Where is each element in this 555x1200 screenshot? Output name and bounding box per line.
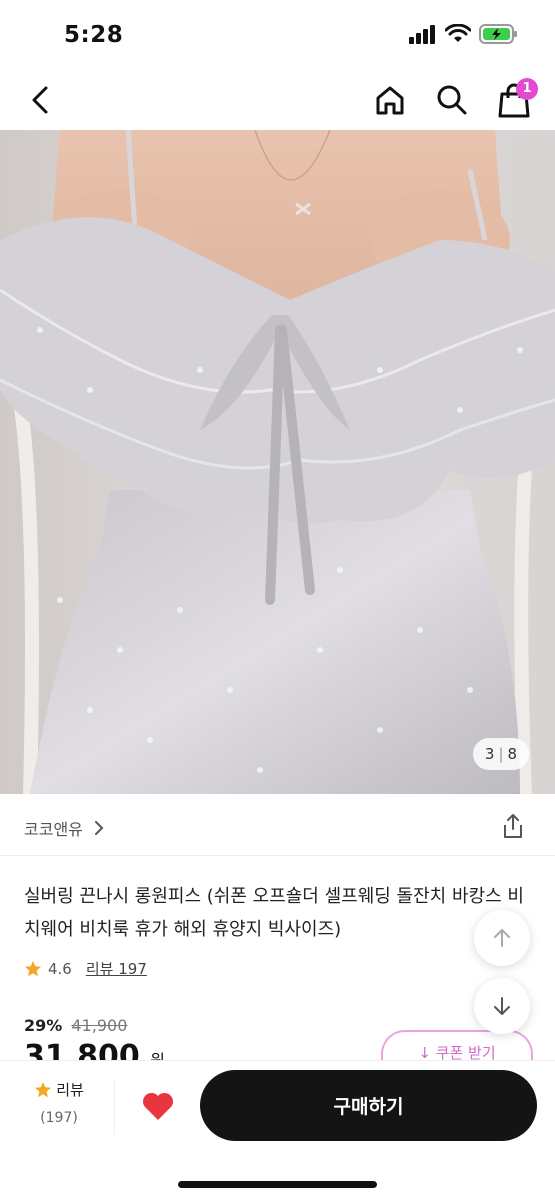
brand-row: 코코앤유: [0, 796, 555, 856]
image-counter-separator: |: [498, 745, 504, 763]
brand-link[interactable]: 코코앤유: [24, 816, 105, 840]
home-indicator: [178, 1181, 377, 1188]
home-icon: [376, 86, 404, 115]
image-current-index: 3: [484, 745, 495, 763]
wifi-icon: [445, 24, 471, 42]
status-time: 5:28: [64, 22, 124, 48]
product-title: 실버링 끈나시 롱원피스 (쉬폰 오프숄더 셀프웨딩 돌잔치 바캉스 비치웨어 …: [24, 886, 524, 940]
arrow-up-icon: [494, 929, 510, 947]
image-total-count: 8: [507, 745, 518, 763]
product-image[interactable]: 3 | 8: [0, 130, 555, 794]
product-photo: [0, 130, 555, 794]
rating-value: 4.6: [48, 959, 72, 978]
search-icon: [437, 85, 467, 115]
home-button[interactable]: [372, 82, 408, 118]
review-tab-count: (197): [40, 1110, 78, 1126]
image-counter: 3 | 8: [473, 738, 529, 770]
brand-name: 코코앤유: [24, 820, 83, 839]
original-price: 41,900: [71, 1016, 128, 1035]
buy-button[interactable]: 구매하기: [200, 1070, 537, 1141]
battery-icon: [479, 24, 517, 44]
signal-icon: [409, 25, 435, 44]
star-icon: [25, 960, 41, 976]
divider: [114, 1079, 115, 1135]
share-button[interactable]: [499, 812, 527, 840]
rating-row: 4.6 리뷰 197: [24, 958, 147, 979]
status-bar: 5:28: [0, 0, 555, 72]
search-button[interactable]: [434, 82, 470, 118]
sale-price: 31,800 원: [24, 1040, 165, 1060]
star-icon: [35, 1081, 52, 1097]
cart-button[interactable]: 1: [496, 78, 538, 120]
status-icons: [409, 24, 519, 44]
review-count-link[interactable]: 리뷰 197: [86, 958, 147, 979]
review-tab-button[interactable]: 리뷰 (197): [24, 1079, 94, 1126]
download-icon: ↓: [418, 1044, 436, 1060]
coupon-label: 쿠폰 받기: [435, 1044, 496, 1060]
wishlist-button[interactable]: [139, 1087, 177, 1125]
chevron-right-icon: [94, 821, 104, 835]
heart-icon: [142, 1092, 174, 1120]
back-button[interactable]: [26, 82, 56, 118]
scroll-up-button[interactable]: [474, 910, 530, 966]
chevron-left-icon: [32, 86, 48, 114]
review-tab-label: 리뷰: [56, 1081, 84, 1099]
nav-bar: 1: [0, 72, 555, 130]
cart-count-badge: 1: [516, 78, 538, 100]
price-unit: 원: [150, 1051, 165, 1060]
share-icon: [504, 814, 522, 838]
coupon-button[interactable]: ↓ 쿠폰 받기: [381, 1030, 533, 1060]
arrow-down-icon: [494, 997, 510, 1015]
price-block: 29% 41,900: [24, 1016, 127, 1035]
discount-rate: 29%: [24, 1016, 63, 1035]
sale-price-value: 31,800: [24, 1040, 140, 1060]
scroll-down-button[interactable]: [474, 978, 530, 1034]
review-tab-label-row: 리뷰: [24, 1079, 94, 1100]
bottom-action-bar: 리뷰 (197) 구매하기: [0, 1060, 555, 1200]
